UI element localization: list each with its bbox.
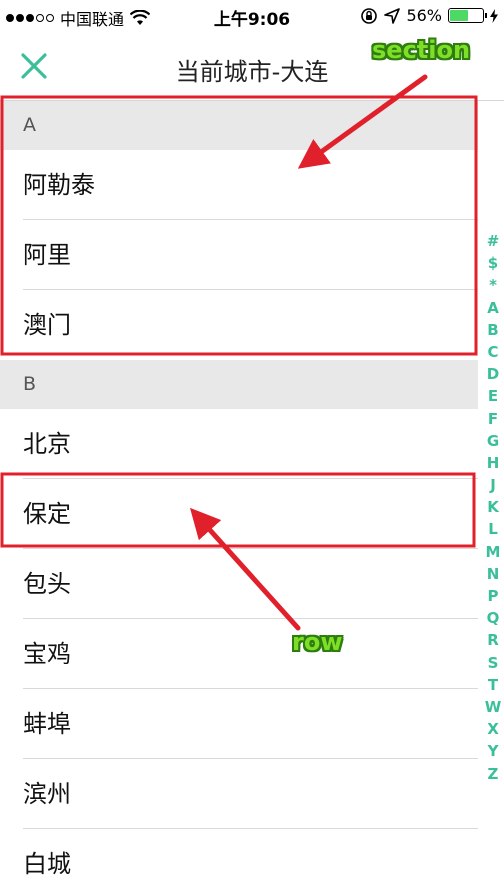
index-letter[interactable]: H [487,452,500,474]
battery-icon [448,8,487,23]
city-row[interactable]: 滨州 [0,759,478,829]
status-right: 56% [360,6,498,25]
index-letter[interactable]: K [487,496,499,518]
city-row[interactable]: 阿勒泰 [0,150,478,220]
city-row[interactable]: 北京 [0,409,478,479]
row-annotation-label: row [292,628,343,656]
city-list[interactable]: A 阿勒泰 阿里 澳门 B 北京 保定 包头 宝鸡 蚌埠 滨州 白城 [0,101,478,894]
location-arrow-icon [384,7,401,24]
section-header: B [0,360,478,409]
orientation-lock-icon [361,7,378,24]
index-letter[interactable]: R [487,629,499,651]
index-letter[interactable]: G [487,430,499,452]
city-row[interactable]: 白城 [0,829,478,894]
battery-tip [485,13,487,18]
index-letter[interactable]: D [487,363,499,385]
index-letter[interactable]: X [487,718,499,740]
city-row[interactable]: 澳门 [0,290,478,360]
section-a: A 阿勒泰 阿里 澳门 [0,101,478,360]
index-letter[interactable]: B [487,319,498,341]
index-letter[interactable]: L [488,518,498,540]
section-header: A [0,101,478,150]
index-letter[interactable]: J [490,474,496,496]
index-letter[interactable]: W [485,696,502,718]
index-letter[interactable]: M [486,541,501,563]
battery-fill [450,10,468,21]
index-letter[interactable]: $ [488,252,498,274]
index-letter[interactable]: Y [488,740,499,762]
city-row[interactable]: 蚌埠 [0,689,478,759]
city-row[interactable]: 宝鸡 [0,619,478,689]
index-letter[interactable]: C [487,341,498,363]
city-picker-screen: 中国联通 上午9:06 56% 当前城市-大连 A 阿勒泰 阿里 澳门 B 北京… [0,0,504,894]
index-letter[interactable]: P [488,585,499,607]
index-letter[interactable]: N [487,563,500,585]
index-letter[interactable]: E [488,385,498,407]
index-letter[interactable]: A [487,297,499,319]
index-letter[interactable]: Z [488,763,499,785]
index-letter[interactable]: * [489,274,497,296]
city-row[interactable]: 包头 [0,549,478,619]
index-letter[interactable]: S [488,652,499,674]
battery-percent: 56% [406,6,442,25]
section-annotation-label: section [372,36,471,64]
index-letter[interactable]: T [488,674,498,696]
status-bar: 中国联通 上午9:06 56% [0,0,504,34]
index-letter[interactable]: F [488,408,498,430]
index-letter[interactable]: # [487,230,500,252]
city-row[interactable]: 保定 [0,479,478,549]
city-row[interactable]: 阿里 [0,220,478,290]
alphabet-index-bar[interactable]: # $ * A B C D E F G H J K L M N P Q R S T W X Y Z [483,230,503,785]
index-letter[interactable]: Q [487,607,500,629]
section-b: B 北京 保定 包头 宝鸡 蚌埠 滨州 白城 [0,360,478,894]
charging-bolt-icon [490,8,498,23]
